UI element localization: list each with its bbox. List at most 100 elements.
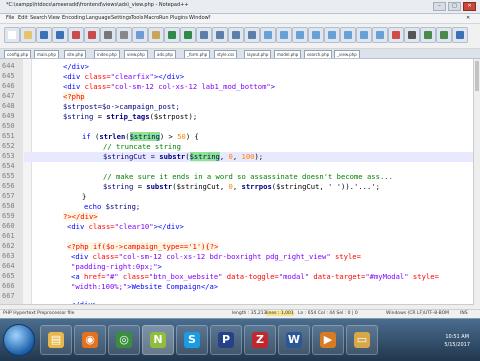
fold-margin[interactable]: [23, 59, 32, 309]
function-list-button[interactable]: [372, 27, 388, 43]
all-chars-button[interactable]: [308, 27, 324, 43]
taskbar-app-notepadpp[interactable]: N: [142, 325, 174, 355]
zoom-in-icon: [232, 31, 240, 39]
stop-macro-button[interactable]: [404, 27, 420, 43]
print-button[interactable]: [100, 27, 116, 43]
menu-plugins[interactable]: Plugins: [170, 15, 188, 21]
taskbar-app-skype[interactable]: S: [176, 325, 208, 355]
close-all-icon: [88, 31, 96, 39]
sync-h-icon: [280, 31, 288, 39]
cut-button[interactable]: [116, 27, 132, 43]
start-button[interactable]: [3, 324, 35, 356]
line-number: 650: [2, 122, 15, 130]
code-line-648: $strpost=$o->campaign_post;: [63, 102, 180, 111]
taskbar-app-folder[interactable]: ▭: [346, 325, 378, 355]
save-all-button[interactable]: [52, 27, 68, 43]
indent-guide-button[interactable]: [324, 27, 340, 43]
record-macro-button[interactable]: [388, 27, 404, 43]
tab-4[interactable]: view.php: [124, 50, 148, 58]
taskbar-app-explorer[interactable]: ▤: [40, 325, 72, 355]
tab-8[interactable]: layout.php: [244, 50, 272, 58]
status-file-type: PHP Hypertext Preprocessor file: [3, 311, 75, 316]
line-number: 665: [2, 272, 15, 280]
save-icon: [40, 31, 48, 39]
close-button[interactable]: ✕: [463, 2, 476, 11]
tab-3[interactable]: index.php: [94, 50, 120, 58]
line-number: 644: [2, 62, 15, 70]
line-number: 662: [2, 242, 15, 250]
sync-v-button[interactable]: [260, 27, 276, 43]
new-file-button[interactable]: [4, 27, 20, 43]
menu-run[interactable]: Run: [159, 15, 169, 21]
play-macro-button[interactable]: [420, 27, 436, 43]
code-line-646: <div class="col-sm-12 col-xs-12 lab1_mod…: [63, 82, 276, 91]
minimize-button[interactable]: –: [433, 2, 446, 11]
code-editor[interactable]: 644 645 646 647 648 649 650 651 652 653 654 655 656 6…: [0, 59, 480, 309]
tab-7[interactable]: style.css: [214, 50, 238, 58]
taskbar-app-word[interactable]: W: [278, 325, 310, 355]
firefox-icon: ◉: [82, 332, 98, 348]
clock-date: 5/15/2017: [444, 342, 470, 348]
taskbar-app-photoshop[interactable]: P: [210, 325, 242, 355]
wrap-button[interactable]: [292, 27, 308, 43]
tab-0[interactable]: config.php: [4, 50, 32, 58]
undo-button[interactable]: [164, 27, 180, 43]
menu-bar: File Edit Search View Encoding Language …: [0, 14, 480, 24]
zoom-out-button[interactable]: [244, 27, 260, 43]
redo-button[interactable]: [180, 27, 196, 43]
tab-9[interactable]: model.php: [274, 50, 302, 58]
line-number: 652: [2, 142, 15, 150]
paste-button[interactable]: [148, 27, 164, 43]
zoom-in-button[interactable]: [228, 27, 244, 43]
line-number: 660: [2, 222, 15, 230]
tab-10[interactable]: search.php: [304, 50, 333, 58]
maximize-button[interactable]: □: [448, 2, 461, 11]
menu-language[interactable]: Language: [86, 15, 111, 21]
tab-6[interactable]: _form.php: [184, 50, 211, 58]
tab-5[interactable]: ads.php: [154, 50, 176, 58]
taskbar-app-chrome[interactable]: ◎: [108, 325, 140, 355]
menu-macro[interactable]: Macro: [144, 15, 159, 21]
open-file-button[interactable]: [20, 27, 36, 43]
menu-file[interactable]: File: [6, 15, 14, 21]
menu-edit[interactable]: Edit: [18, 15, 28, 21]
scroll-thumb[interactable]: [475, 61, 479, 91]
tab-11[interactable]: _view.php: [334, 50, 360, 58]
run-macro-button[interactable]: [436, 27, 452, 43]
menu-encoding[interactable]: Encoding: [62, 15, 85, 21]
clock[interactable]: 10:51 AM 5/15/2017: [444, 333, 470, 349]
stop-macro-icon: [408, 31, 416, 39]
code-line-657: $string = substr($stringCut, 0, strrpos(…: [103, 182, 380, 191]
line-number: 657: [2, 192, 15, 200]
menu-settings[interactable]: Settings: [111, 15, 132, 21]
cut-icon: [120, 31, 128, 39]
close-all-button[interactable]: [84, 27, 100, 43]
doc-map-button[interactable]: [356, 27, 372, 43]
lang-button[interactable]: [340, 27, 356, 43]
menu-window[interactable]: Window: [189, 15, 209, 21]
menu-search[interactable]: Search: [30, 15, 47, 21]
sync-h-button[interactable]: [276, 27, 292, 43]
tab-1[interactable]: main.php: [34, 50, 59, 58]
taskbar-app-firefox[interactable]: ◉: [74, 325, 106, 355]
find-button[interactable]: [196, 27, 212, 43]
menu-view[interactable]: View: [48, 15, 60, 21]
chrome-icon: ◎: [116, 332, 132, 348]
record-macro-icon: [392, 31, 400, 39]
tab-2[interactable]: site.php: [64, 50, 87, 58]
save-macro-button[interactable]: [452, 27, 468, 43]
save-button[interactable]: [36, 27, 52, 43]
close-button[interactable]: [68, 27, 84, 43]
code-line-653: // truncate string: [103, 142, 181, 151]
close-doc-x[interactable]: ✕: [466, 15, 470, 21]
code-line-664-wrap: "padding-right:0px;">: [71, 262, 162, 271]
status-encoding: UTF-8-BOM: [424, 311, 450, 316]
replace-button[interactable]: [212, 27, 228, 43]
menu-tools[interactable]: Tools: [131, 15, 143, 21]
menu-help[interactable]: ?: [208, 15, 211, 21]
taskbar-app-filezilla[interactable]: Z: [244, 325, 276, 355]
function-list-icon: [376, 31, 384, 39]
taskbar-app-media[interactable]: ▶: [312, 325, 344, 355]
vertical-scrollbar[interactable]: [473, 59, 480, 309]
copy-button[interactable]: [132, 27, 148, 43]
